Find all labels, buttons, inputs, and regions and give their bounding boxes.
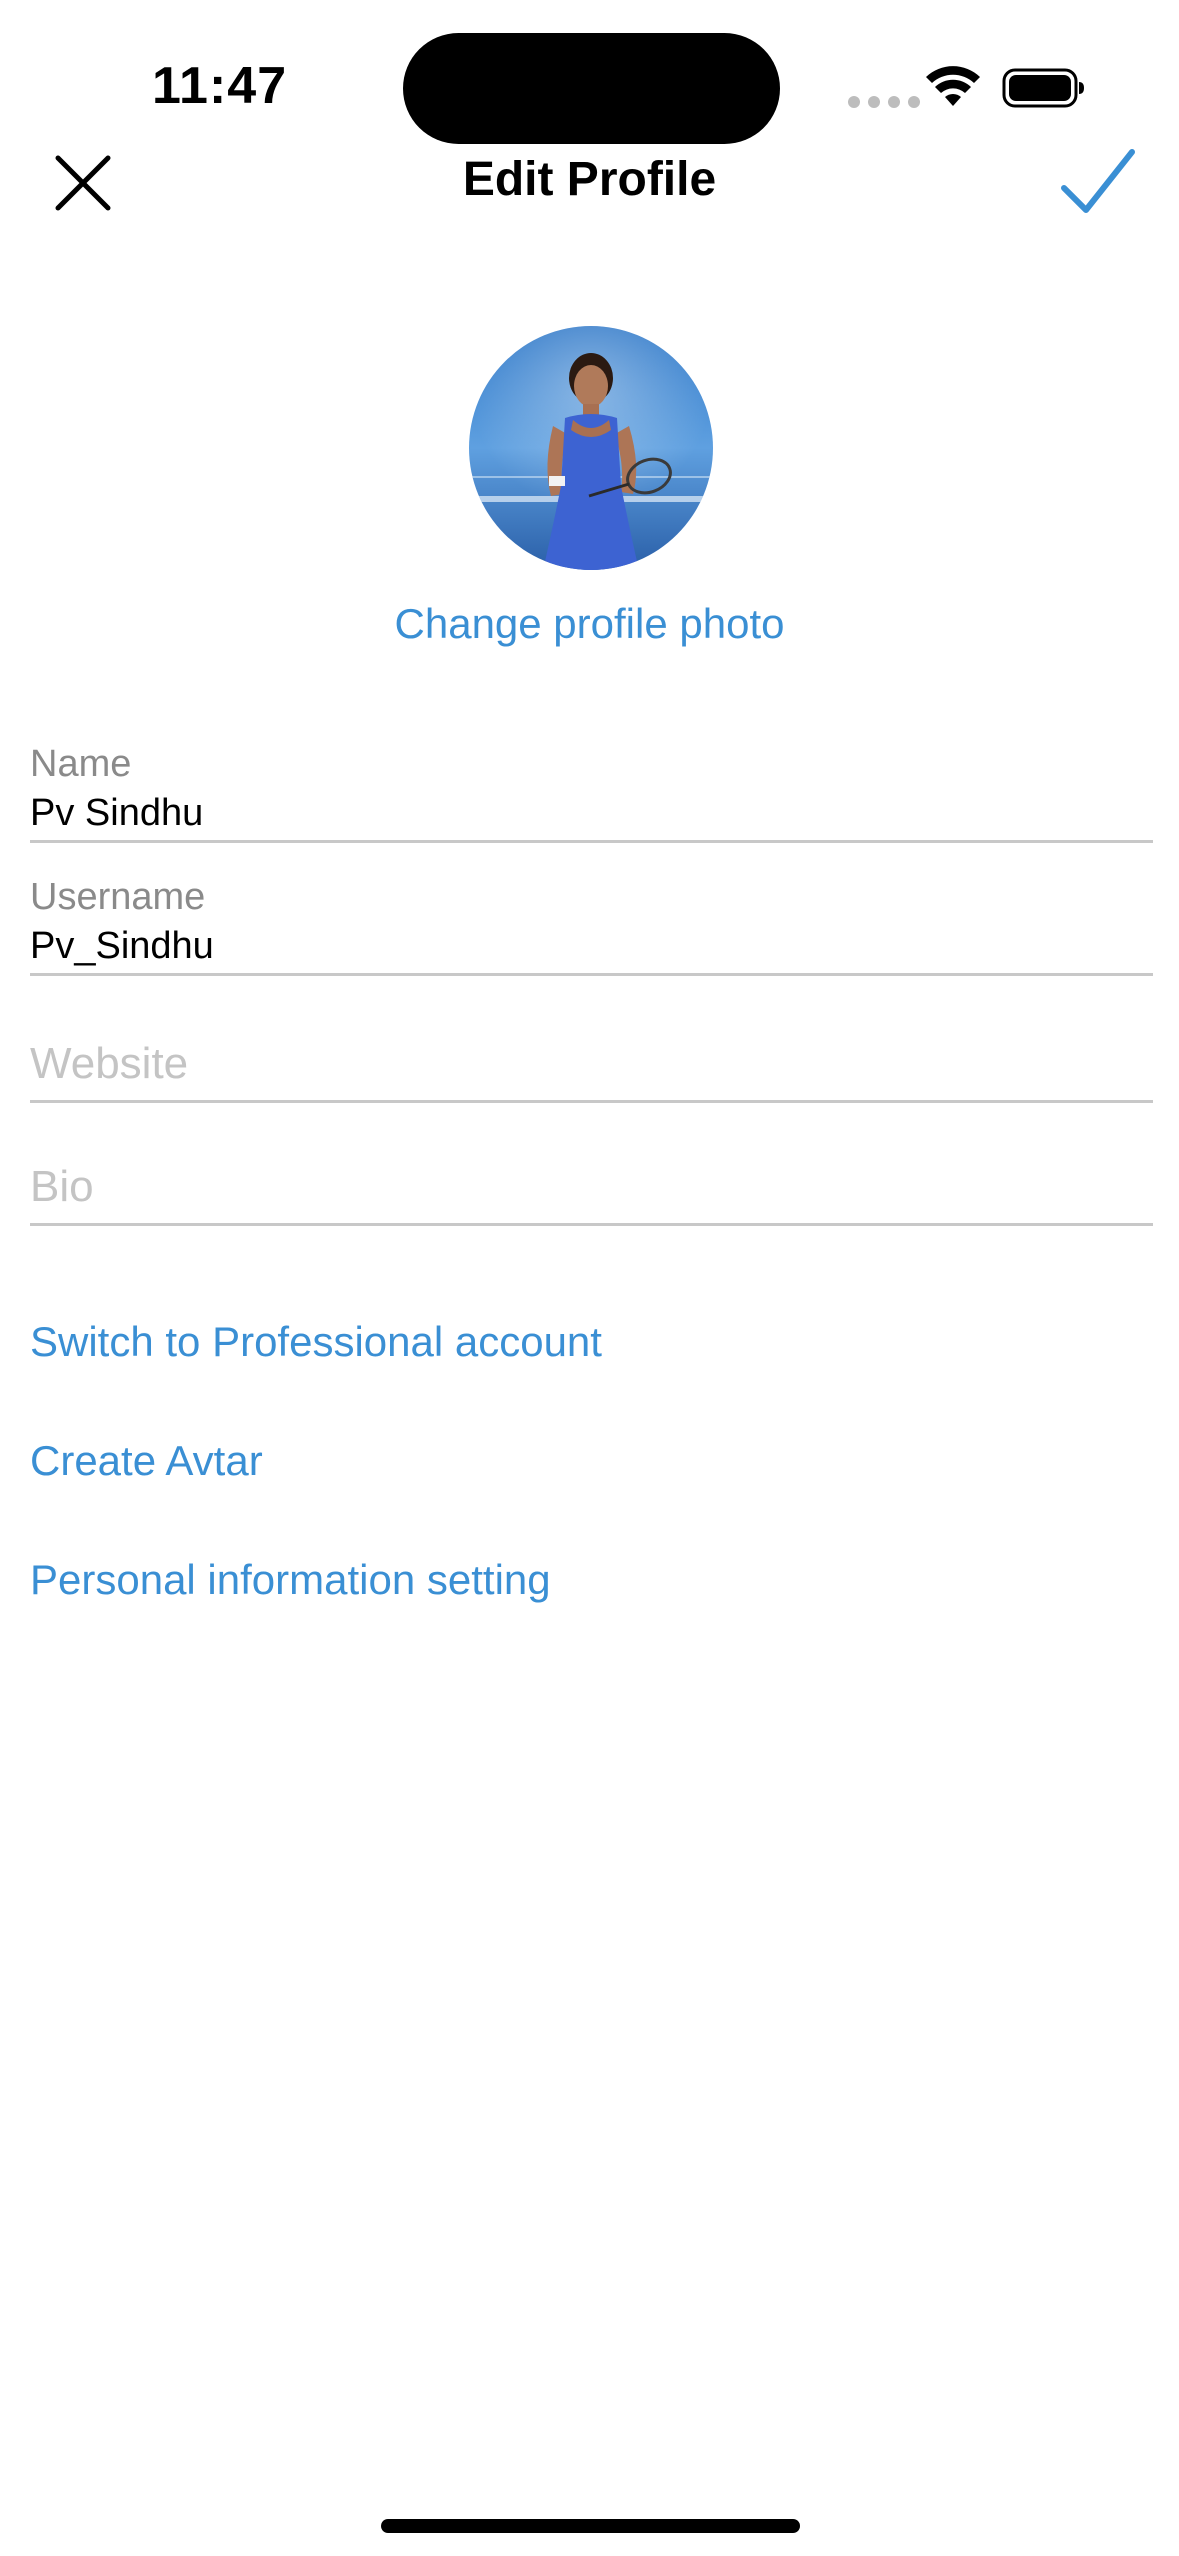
change-profile-photo-link[interactable]: Change profile photo [0, 600, 1179, 648]
cellular-signal-icon [848, 96, 920, 108]
dynamic-island [403, 33, 780, 144]
home-indicator[interactable] [381, 2519, 800, 2533]
name-field[interactable]: Name Pv Sindhu [30, 740, 1153, 843]
profile-photo-image [469, 326, 713, 570]
personal-information-setting-link[interactable]: Personal information setting [30, 1556, 551, 1604]
navigation-bar: Edit Profile [0, 140, 1179, 230]
website-input[interactable]: Website [30, 1034, 1153, 1102]
switch-professional-account-link[interactable]: Switch to Professional account [30, 1318, 602, 1366]
profile-avatar[interactable] [469, 326, 713, 570]
status-bar: 11:47 [0, 0, 1179, 144]
username-label: Username [30, 876, 206, 918]
username-input[interactable]: Pv_Sindhu [30, 921, 1153, 977]
username-field[interactable]: Username Pv_Sindhu [30, 873, 1153, 976]
checkmark-icon[interactable] [1058, 144, 1138, 220]
bio-input[interactable]: Bio [30, 1157, 1153, 1225]
battery-icon [1002, 68, 1084, 108]
status-time: 11:47 [152, 57, 288, 115]
create-avatar-link[interactable]: Create Avtar [30, 1437, 263, 1485]
page-title: Edit Profile [462, 153, 717, 206]
bio-field[interactable]: Bio [30, 1157, 1153, 1226]
name-label: Name [30, 743, 132, 785]
wifi-icon [926, 66, 980, 106]
website-field[interactable]: Website [30, 1034, 1153, 1103]
name-input[interactable]: Pv Sindhu [30, 788, 1153, 844]
